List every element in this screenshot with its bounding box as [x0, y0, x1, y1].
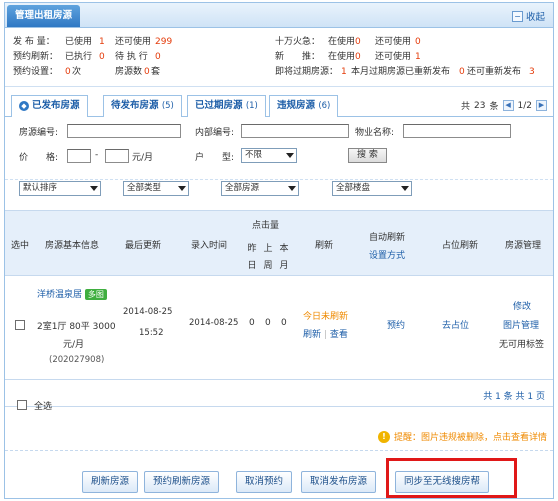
manage-rental-panel: 管理出租房源 − 收起 发 布 量： 已使用 1 还可使用 299 十万火急： … [4, 2, 554, 499]
tab-published[interactable]: ◆ 已发布房源 [11, 95, 88, 118]
sort-select[interactable]: 默认排序 [19, 181, 101, 196]
refresh-mode-link[interactable]: 设置方式 [369, 248, 405, 261]
row-checkbox[interactable] [15, 320, 25, 330]
tag-status: 无可用标签 [499, 340, 545, 350]
divider [5, 450, 553, 451]
divider [5, 406, 553, 407]
estate-select[interactable]: 全部楼盘 [332, 181, 412, 196]
bottom-pager: 共 1 条 共 1 页 [483, 392, 545, 402]
violation-warning[interactable]: ! 提醒： 图片违规被删除，点击查看详情 [377, 430, 547, 443]
listings-table: 选中 房源基本信息 最后更新 录入时间 点击量 昨日 上周 本月 刷新 自动刷新… [5, 210, 553, 380]
internal-id-input[interactable] [241, 124, 349, 138]
warning-icon: ! [377, 430, 390, 443]
multi-image-badge: 多图 [84, 289, 107, 300]
top-pager: 共 23 条 ◀ 1/2 ▶ [461, 99, 547, 112]
chevron-down-icon [90, 186, 98, 191]
tab-expired[interactable]: 已过期房源 (1) [187, 95, 266, 117]
edit-link[interactable]: 修改 [513, 299, 531, 312]
price-label: 价 格: [19, 153, 59, 163]
next-page-icon[interactable]: ▶ [536, 100, 547, 111]
minus-square-icon: − [511, 10, 523, 22]
listing-name-link[interactable]: 洋桥温泉居 [37, 290, 82, 300]
type-select[interactable]: 全部类型 [123, 181, 189, 196]
refresh-link[interactable]: 刷新 [303, 330, 321, 340]
title-bar: 管理出租房源 − 收起 [5, 3, 553, 28]
refresh-actions: 刷新 | 查看 [303, 330, 348, 340]
highlight-box [386, 458, 517, 498]
cancel-reserve-button[interactable]: 取消预约 [236, 471, 293, 493]
view-link[interactable]: 查看 [330, 330, 348, 340]
prev-page-icon[interactable]: ◀ [502, 100, 514, 111]
property-name-label: 物业名称: [355, 128, 395, 138]
reserve-refresh-button[interactable]: 预约刷新房源 [144, 471, 220, 493]
refresh-status: 今日未刷新 [303, 312, 349, 322]
listing-summary: 2室1厅 80平 3000 [37, 322, 116, 332]
layout-select[interactable]: 不限 [241, 148, 297, 163]
price-min-input[interactable] [67, 149, 91, 163]
pin-link[interactable]: 去占位 [442, 318, 469, 331]
chevron-down-icon [178, 186, 186, 191]
chevron-down-icon [401, 186, 409, 191]
collapse-label: 收起 [525, 12, 545, 23]
tab-bar: ◆ 已发布房源 待发布房源 (5) 已过期房源 (1) 违规房源 (6) 共 23… [5, 93, 553, 118]
search-button[interactable]: 搜 索 [348, 148, 387, 163]
price-max-input[interactable] [105, 149, 129, 163]
reserve-link[interactable]: 预约 [387, 318, 405, 331]
divider [5, 179, 553, 180]
select-all-label: 全选 [34, 402, 53, 412]
property-name-input[interactable] [403, 124, 511, 138]
house-id-input[interactable] [67, 124, 181, 138]
tab-violation[interactable]: 违规房源 (6) [269, 95, 339, 117]
image-manage-link[interactable]: 图片管理 [503, 318, 539, 331]
refresh-icon: ◆ [19, 101, 29, 111]
select-all-checkbox[interactable] [17, 400, 27, 410]
search-form: 房源编号: 内部编号: 物业名称: 价 格: - 元/月 户 型: 不限 搜 索… [5, 117, 553, 209]
chevron-down-icon [288, 186, 296, 191]
listing-title: 洋桥温泉居 多图 [37, 287, 107, 300]
panel-title: 管理出租房源 [7, 5, 81, 27]
table-row: 洋桥温泉居 多图 2室1厅 80平 3000 元/月 (202027908) 2… [5, 276, 553, 380]
divider [5, 86, 553, 87]
collapse-button[interactable]: − 收起 [511, 9, 545, 23]
cancel-publish-button[interactable]: 取消发布房源 [301, 471, 377, 493]
table-header: 选中 房源基本信息 最后更新 录入时间 点击量 昨日 上周 本月 刷新 自动刷新… [5, 210, 553, 276]
tab-pending[interactable]: 待发布房源 (5) [103, 95, 182, 117]
refresh-listings-button[interactable]: 刷新房源 [82, 471, 139, 493]
house-id-label: 房源编号: [19, 128, 59, 138]
layout-label: 户 型: [195, 153, 235, 163]
house-filter-select[interactable]: 全部房源 [221, 181, 299, 196]
internal-id-label: 内部编号: [195, 128, 235, 138]
chevron-down-icon [286, 153, 294, 158]
